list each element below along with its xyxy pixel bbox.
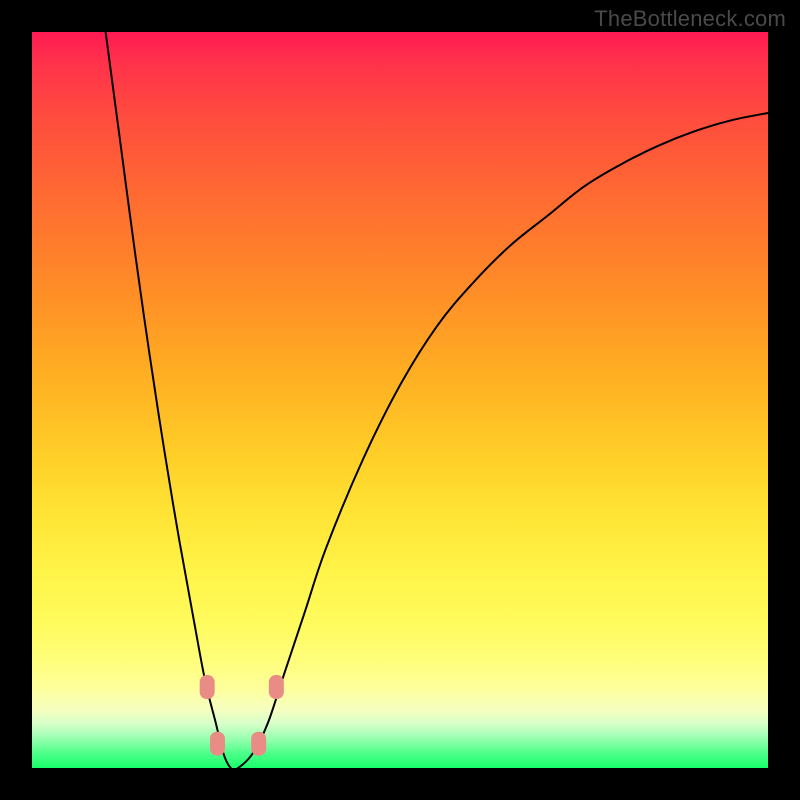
- bottleneck-curve: [106, 32, 768, 768]
- marker-left-upper: [200, 675, 215, 699]
- marker-right-upper: [269, 675, 284, 699]
- marker-left-lower: [210, 732, 225, 756]
- chart-frame: TheBottleneck.com: [0, 0, 800, 800]
- chart-svg-layer: [32, 32, 768, 768]
- marker-right-lower: [251, 732, 266, 756]
- attribution-text: TheBottleneck.com: [594, 6, 786, 32]
